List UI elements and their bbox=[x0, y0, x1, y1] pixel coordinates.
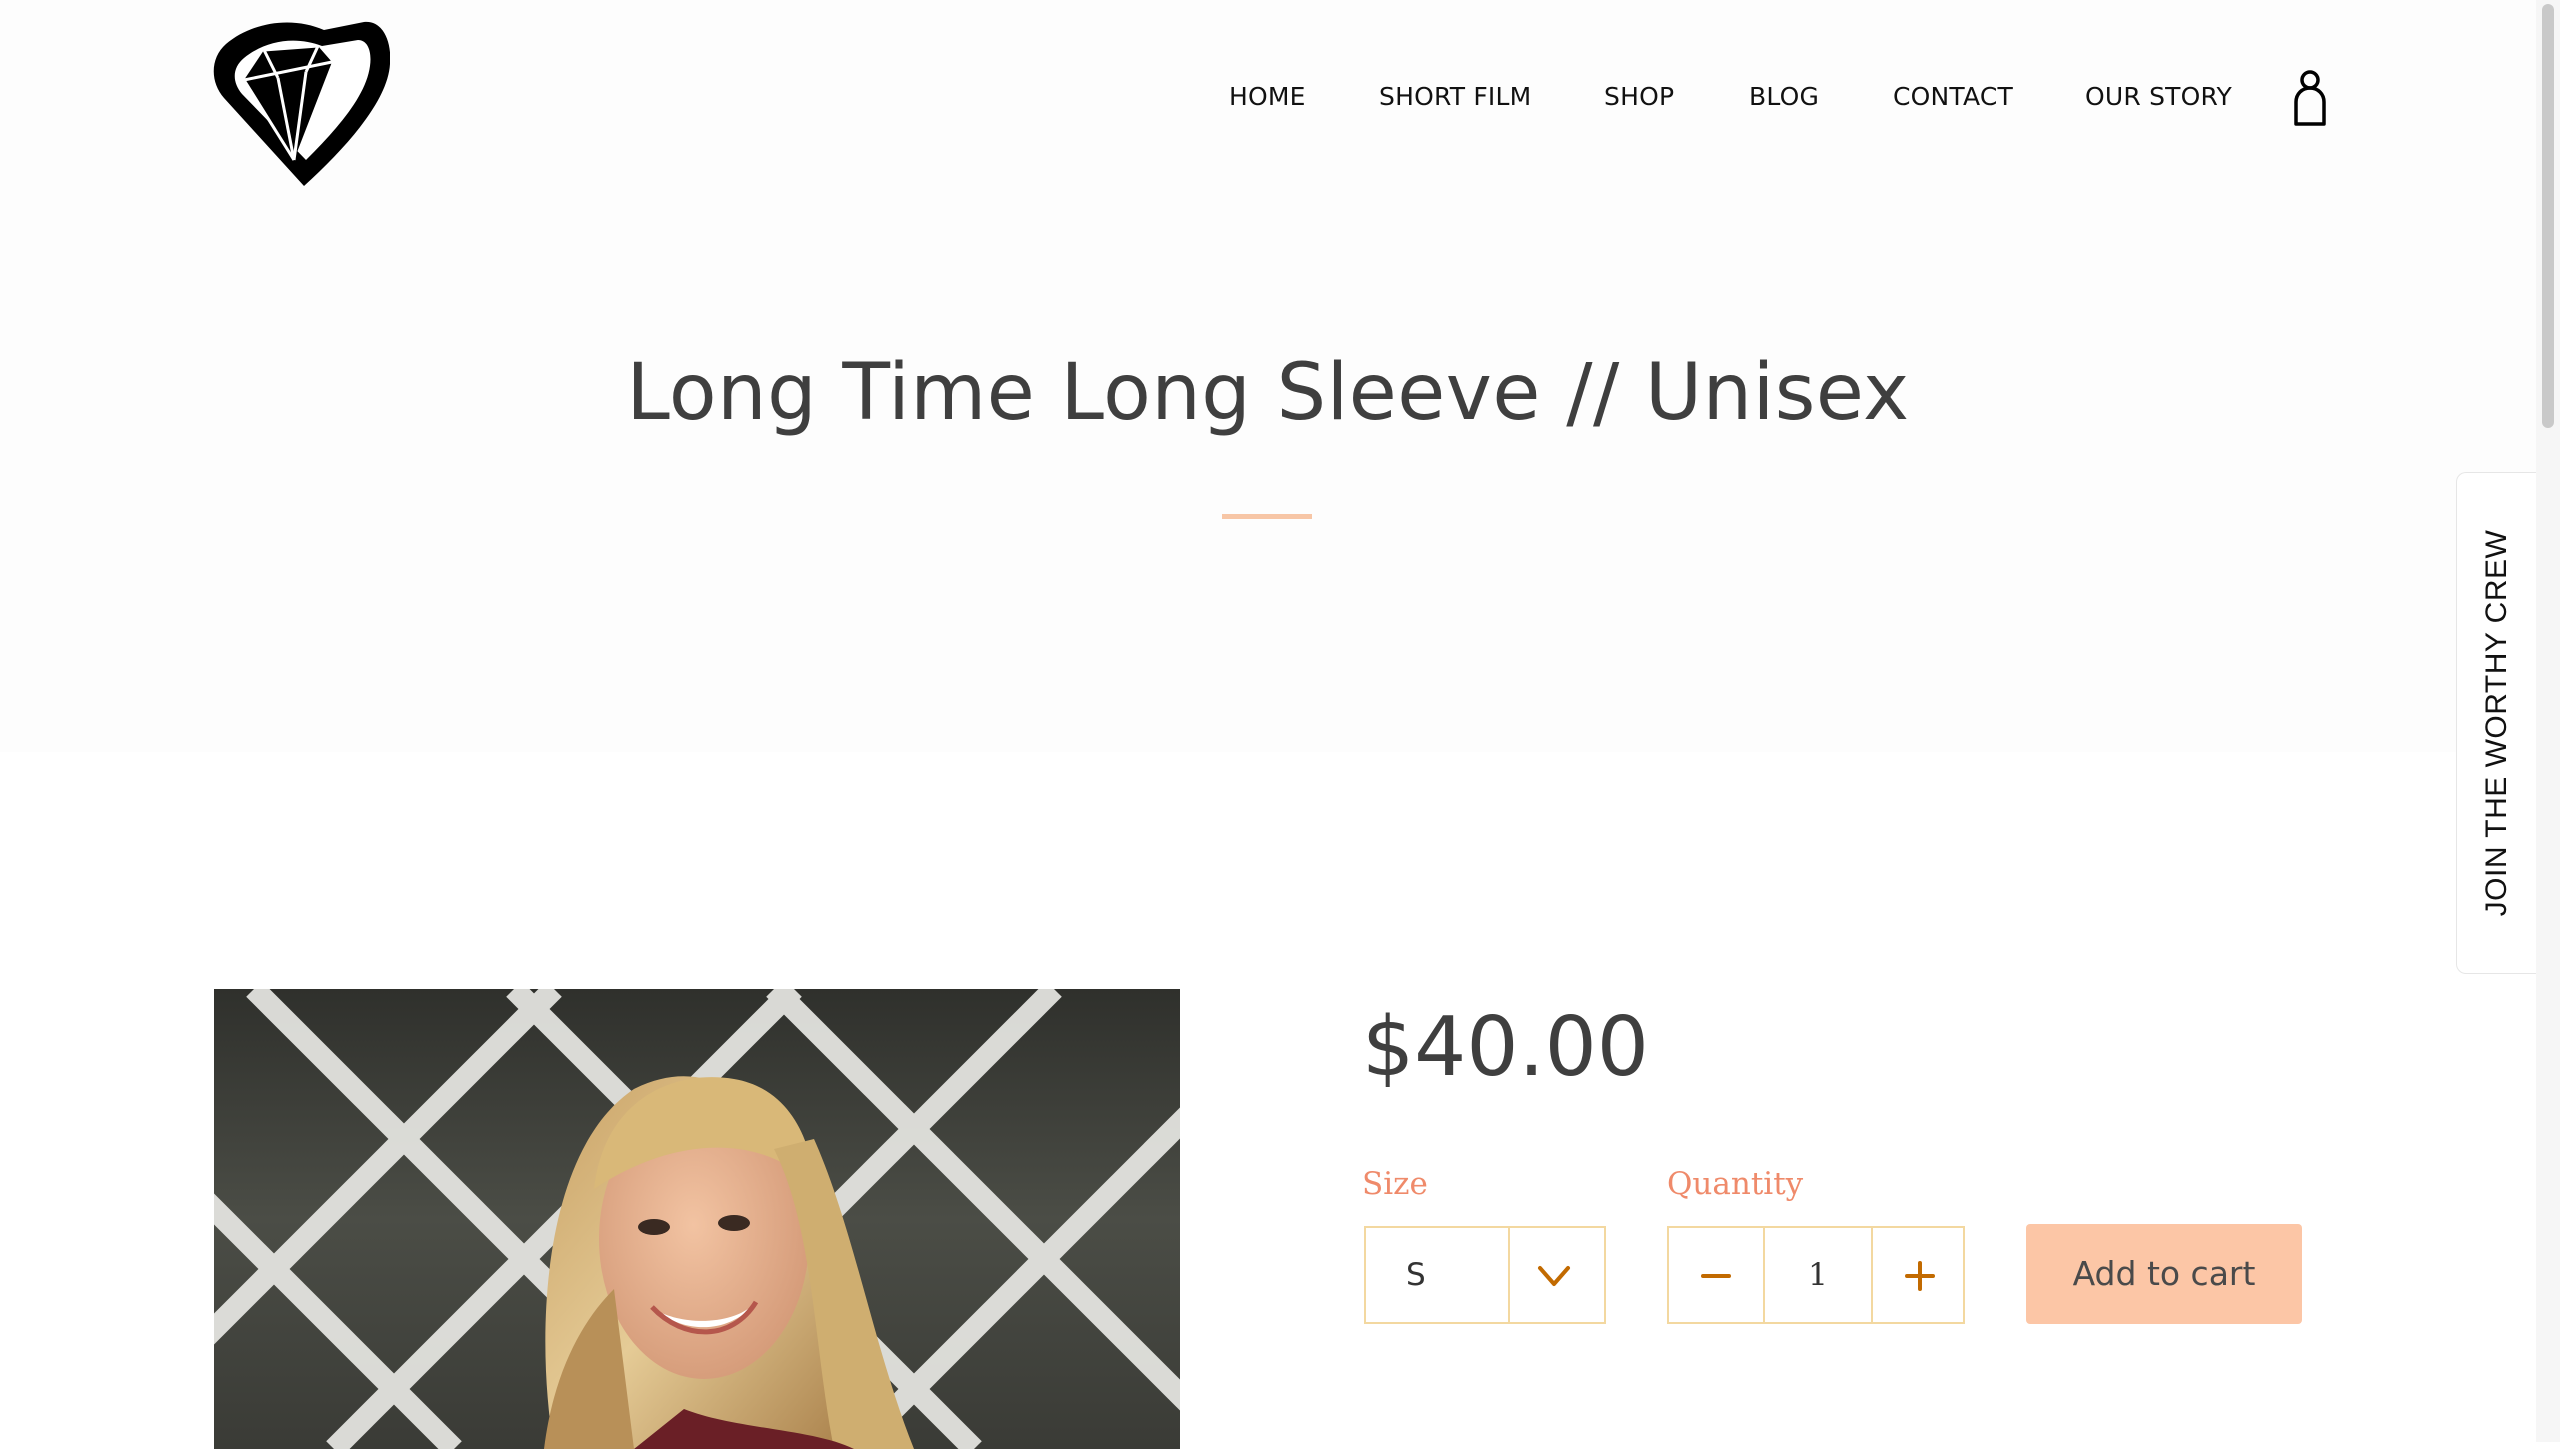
size-label: Size bbox=[1362, 1166, 1428, 1202]
quantity-decrease-button[interactable] bbox=[1669, 1228, 1765, 1322]
quantity-label: Quantity bbox=[1667, 1166, 1804, 1202]
size-value: S bbox=[1406, 1257, 1426, 1293]
scroll-thumb[interactable] bbox=[2542, 4, 2554, 428]
join-crew-tab[interactable]: JOIN THE WORTHY CREW bbox=[2456, 472, 2537, 974]
plus-icon bbox=[1905, 1261, 1935, 1291]
quantity-stepper: 1 bbox=[1667, 1226, 1965, 1324]
nav-short-film[interactable]: SHORT FILM bbox=[1379, 82, 1531, 111]
product-price: $40.00 bbox=[1362, 1000, 1649, 1095]
quantity-increase-button[interactable] bbox=[1871, 1228, 1967, 1322]
nav-our-story[interactable]: OUR STORY bbox=[2085, 82, 2232, 111]
size-divider bbox=[1508, 1228, 1510, 1322]
nav-home[interactable]: HOME bbox=[1229, 82, 1306, 111]
product-photo bbox=[214, 989, 1180, 1449]
nav-blog[interactable]: BLOG bbox=[1749, 82, 1819, 111]
join-crew-label: JOIN THE WORTHY CREW bbox=[2480, 529, 2513, 917]
nav-shop[interactable]: SHOP bbox=[1604, 82, 1674, 111]
account-person-icon[interactable] bbox=[2290, 68, 2330, 128]
nav-contact[interactable]: CONTACT bbox=[1893, 82, 2013, 111]
minus-icon bbox=[1701, 1274, 1731, 1278]
quantity-input[interactable]: 1 bbox=[1765, 1228, 1871, 1322]
chevron-down-icon[interactable] bbox=[1534, 1258, 1574, 1294]
add-to-cart-button[interactable]: Add to cart bbox=[2026, 1224, 2302, 1324]
size-select[interactable]: S bbox=[1364, 1226, 1606, 1324]
title-divider bbox=[1222, 514, 1312, 519]
page-scrollbar[interactable] bbox=[2536, 0, 2560, 1442]
diamond-heart-logo[interactable] bbox=[208, 10, 391, 190]
product-title: Long Time Long Sleeve // Unisex bbox=[626, 348, 1910, 438]
